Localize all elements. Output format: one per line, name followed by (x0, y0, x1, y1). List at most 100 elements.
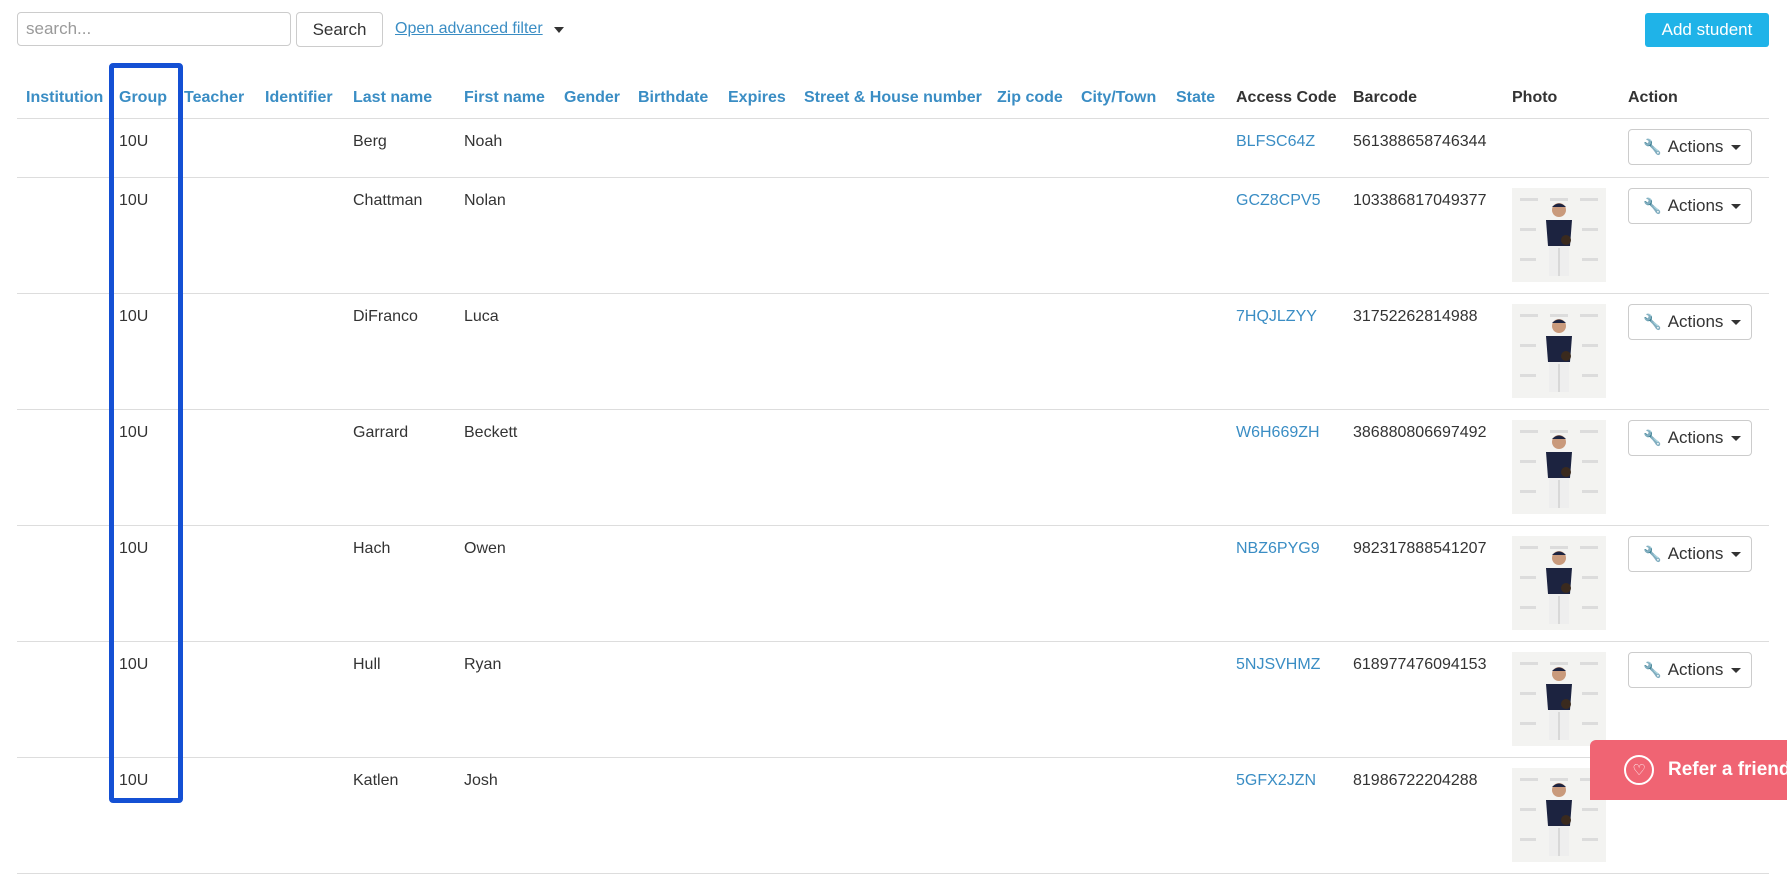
cell-group: 10U (110, 118, 175, 178)
cell-identifier (256, 757, 344, 874)
column-header-first-name[interactable]: First name (455, 78, 555, 119)
actions-button[interactable]: 🔧 Actions (1628, 304, 1752, 340)
cell-barcode: 561388658746344 (1344, 118, 1503, 178)
cell-zip-code (988, 293, 1072, 410)
caret-down-icon (1731, 667, 1742, 673)
cell-birthdate (629, 293, 719, 410)
cell-photo (1503, 293, 1619, 410)
cell-zip-code (988, 641, 1072, 758)
column-header-expires[interactable]: Expires (719, 78, 795, 119)
cell-access-code[interactable]: BLFSC64Z (1227, 118, 1344, 178)
cell-zip-code (988, 757, 1072, 874)
cell-street (795, 118, 988, 178)
table-row: 10U Hach Owen NBZ6PYG9 982317888541207 🔧 Actio… (17, 525, 1769, 642)
actions-label: Actions (1667, 137, 1724, 156)
cell-access-code[interactable]: 7HQJLZYY (1227, 293, 1344, 410)
cell-photo (1503, 177, 1619, 294)
column-header-street[interactable]: Street & House number (795, 78, 988, 119)
cell-gender (555, 118, 629, 178)
actions-label: Actions (1667, 428, 1724, 447)
cell-first-name: Noah (455, 118, 555, 178)
column-header-gender[interactable]: Gender (555, 78, 629, 119)
cell-expires (719, 757, 795, 874)
actions-button[interactable]: 🔧 Actions (1628, 188, 1752, 224)
cell-city (1072, 525, 1167, 642)
cell-zip-code (988, 118, 1072, 178)
cell-state (1167, 118, 1227, 178)
cell-access-code[interactable]: GCZ8CPV5 (1227, 177, 1344, 294)
column-header-barcode: Barcode (1344, 78, 1503, 119)
caret-down-icon (1731, 144, 1742, 150)
wrench-icon: 🔧 (1643, 138, 1662, 156)
actions-label: Actions (1667, 312, 1724, 331)
cell-first-name: Luca (455, 293, 555, 410)
cell-action: 🔧 Actions (1619, 409, 1769, 526)
column-header-group[interactable]: Group (110, 78, 175, 119)
add-student-button[interactable]: Add student (1645, 13, 1769, 47)
cell-access-code[interactable]: 5NJSVHMZ (1227, 641, 1344, 758)
student-photo[interactable] (1512, 304, 1606, 398)
cell-first-name: Owen (455, 525, 555, 642)
cell-access-code[interactable]: W6H669ZH (1227, 409, 1344, 526)
cell-photo (1503, 118, 1619, 178)
cell-access-code[interactable]: NBZ6PYG9 (1227, 525, 1344, 642)
actions-button[interactable]: 🔧 Actions (1628, 536, 1752, 572)
cell-street (795, 757, 988, 874)
cell-teacher (175, 641, 256, 758)
cell-photo (1503, 525, 1619, 642)
wrench-icon: 🔧 (1643, 313, 1662, 331)
column-header-birthdate[interactable]: Birthdate (629, 78, 719, 119)
cell-barcode: 103386817049377 (1344, 177, 1503, 294)
cell-state (1167, 293, 1227, 410)
cell-last-name: Chattman (344, 177, 455, 294)
actions-button[interactable]: 🔧 Actions (1628, 420, 1752, 456)
cell-last-name: Hach (344, 525, 455, 642)
cell-state (1167, 409, 1227, 526)
cell-teacher (175, 757, 256, 874)
chevron-down-icon[interactable] (554, 27, 564, 33)
advanced-filter-link[interactable]: Open advanced filter (395, 20, 543, 38)
column-header-institution[interactable]: Institution (17, 78, 110, 119)
cell-institution (17, 293, 110, 410)
table-row: 10U Hull Ryan 5NJSVHMZ 618977476094153 🔧 Actio… (17, 641, 1769, 758)
column-header-zip-code[interactable]: Zip code (988, 78, 1072, 119)
cell-city (1072, 293, 1167, 410)
actions-label: Actions (1667, 544, 1724, 563)
search-input[interactable] (17, 12, 291, 46)
cell-institution (17, 409, 110, 526)
refer-friend-button[interactable]: ♡ Refer a friend (1590, 740, 1787, 800)
column-header-access-code: Access Code (1227, 78, 1344, 119)
actions-button[interactable]: 🔧 Actions (1628, 129, 1752, 165)
column-header-last-name[interactable]: Last name (344, 78, 455, 119)
wrench-icon: 🔧 (1643, 545, 1662, 563)
cell-action: 🔧 Actions (1619, 293, 1769, 410)
cell-expires (719, 641, 795, 758)
student-photo[interactable] (1512, 188, 1606, 282)
cell-teacher (175, 525, 256, 642)
column-header-action: Action (1619, 78, 1769, 119)
student-photo[interactable] (1512, 652, 1606, 746)
cell-city (1072, 118, 1167, 178)
actions-button[interactable]: 🔧 Actions (1628, 652, 1752, 688)
cell-city (1072, 177, 1167, 294)
column-header-teacher[interactable]: Teacher (175, 78, 256, 119)
student-photo[interactable] (1512, 420, 1606, 514)
cell-access-code[interactable]: 5GFX2JZN (1227, 757, 1344, 874)
search-button[interactable]: Search (296, 12, 383, 47)
cell-action: 🔧 Actions (1619, 177, 1769, 294)
cell-state (1167, 641, 1227, 758)
cell-city (1072, 409, 1167, 526)
column-header-state[interactable]: State (1167, 78, 1227, 119)
wrench-icon: 🔧 (1643, 429, 1662, 447)
column-header-identifier[interactable]: Identifier (256, 78, 344, 119)
cell-zip-code (988, 525, 1072, 642)
student-photo[interactable] (1512, 536, 1606, 630)
cell-action: 🔧 Actions (1619, 118, 1769, 178)
column-header-city[interactable]: City/Town (1072, 78, 1167, 119)
cell-street (795, 641, 988, 758)
actions-label: Actions (1667, 660, 1724, 679)
cell-first-name: Ryan (455, 641, 555, 758)
cell-street (795, 525, 988, 642)
cell-group: 10U (110, 757, 175, 874)
column-header-photo: Photo (1503, 78, 1619, 119)
